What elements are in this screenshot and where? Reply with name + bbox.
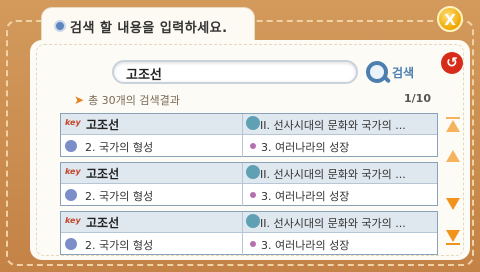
result-keyword: 고조선 <box>86 167 120 181</box>
bullet-icon <box>56 22 64 30</box>
result-chapter: II. 선사시대의 문화와 국가의 ... <box>260 217 406 230</box>
back-arrow-icon: ↺ <box>446 55 458 71</box>
key-tag: key <box>65 216 81 225</box>
key-tag: key <box>65 167 81 176</box>
search-icon-handle <box>381 74 392 84</box>
last-page-bar-icon <box>446 243 460 245</box>
close-button[interactable]: X <box>437 6 463 32</box>
result-section: 2. 국가의 형성 <box>85 141 154 154</box>
result-summary: ➤ 총 30개의 검색결과 <box>74 92 180 108</box>
chapter-bullet-icon <box>246 116 260 130</box>
section-bullet-icon <box>65 238 77 250</box>
section-bullet-icon <box>65 189 77 201</box>
page-indicator: 1/10 <box>404 92 431 105</box>
title-tab: 검색 할 내용을 입력하세요. <box>42 8 254 42</box>
subsection-bullet-icon <box>250 241 256 247</box>
first-page-button[interactable] <box>446 117 462 132</box>
subsection-bullet-icon <box>250 143 256 149</box>
result-keyword: 고조선 <box>86 118 120 132</box>
prev-page-button[interactable] <box>446 150 462 162</box>
search-button[interactable]: 검색 <box>364 59 424 85</box>
result-subsection: 3. 여러나라의 성장 <box>261 239 350 252</box>
result-chapter: II. 선사시대의 문화와 국가의 ... <box>260 168 406 181</box>
result-keyword: 고조선 <box>86 216 120 230</box>
first-page-icon <box>446 120 460 132</box>
search-box <box>112 60 358 84</box>
section-bullet-icon <box>65 140 77 152</box>
result-subsection: 3. 여러나라의 성장 <box>261 141 350 154</box>
prev-page-icon <box>446 150 460 162</box>
arrow-right-icon: ➤ <box>74 93 85 107</box>
chapter-bullet-icon <box>246 214 260 228</box>
back-button[interactable]: ↺ <box>441 52 463 74</box>
next-page-icon <box>446 198 460 210</box>
result-section: 2. 국가의 형성 <box>85 190 154 203</box>
result-row[interactable]: key 고조선 II. 선사시대의 문화와 국가의 ... 2. 국가의 형성 … <box>60 211 438 255</box>
result-row[interactable]: key 고조선 II. 선사시대의 문화와 국가의 ... 2. 국가의 형성 … <box>60 162 438 206</box>
result-summary-text: 총 30개의 검색결과 <box>88 94 180 107</box>
search-button-label: 검색 <box>392 66 415 80</box>
result-subsection: 3. 여러나라의 성장 <box>261 190 350 203</box>
key-tag: key <box>65 118 81 127</box>
tab-title: 검색 할 내용을 입력하세요. <box>70 21 228 36</box>
result-chapter: II. 선사시대의 문화와 국가의 ... <box>260 119 406 132</box>
result-row[interactable]: key 고조선 II. 선사시대의 문화와 국가의 ... 2. 국가의 형성 … <box>60 113 438 157</box>
search-input[interactable] <box>124 63 354 83</box>
result-list: key 고조선 II. 선사시대의 문화와 국가의 ... 2. 국가의 형성 … <box>60 113 438 260</box>
subsection-bullet-icon <box>250 192 256 198</box>
result-section: 2. 국가의 형성 <box>85 239 154 252</box>
close-icon: X <box>444 11 456 29</box>
chapter-bullet-icon <box>246 165 260 179</box>
first-page-bar-icon <box>446 117 460 119</box>
last-page-icon <box>446 230 460 242</box>
last-page-button[interactable] <box>446 230 462 245</box>
next-page-button[interactable] <box>446 198 462 210</box>
